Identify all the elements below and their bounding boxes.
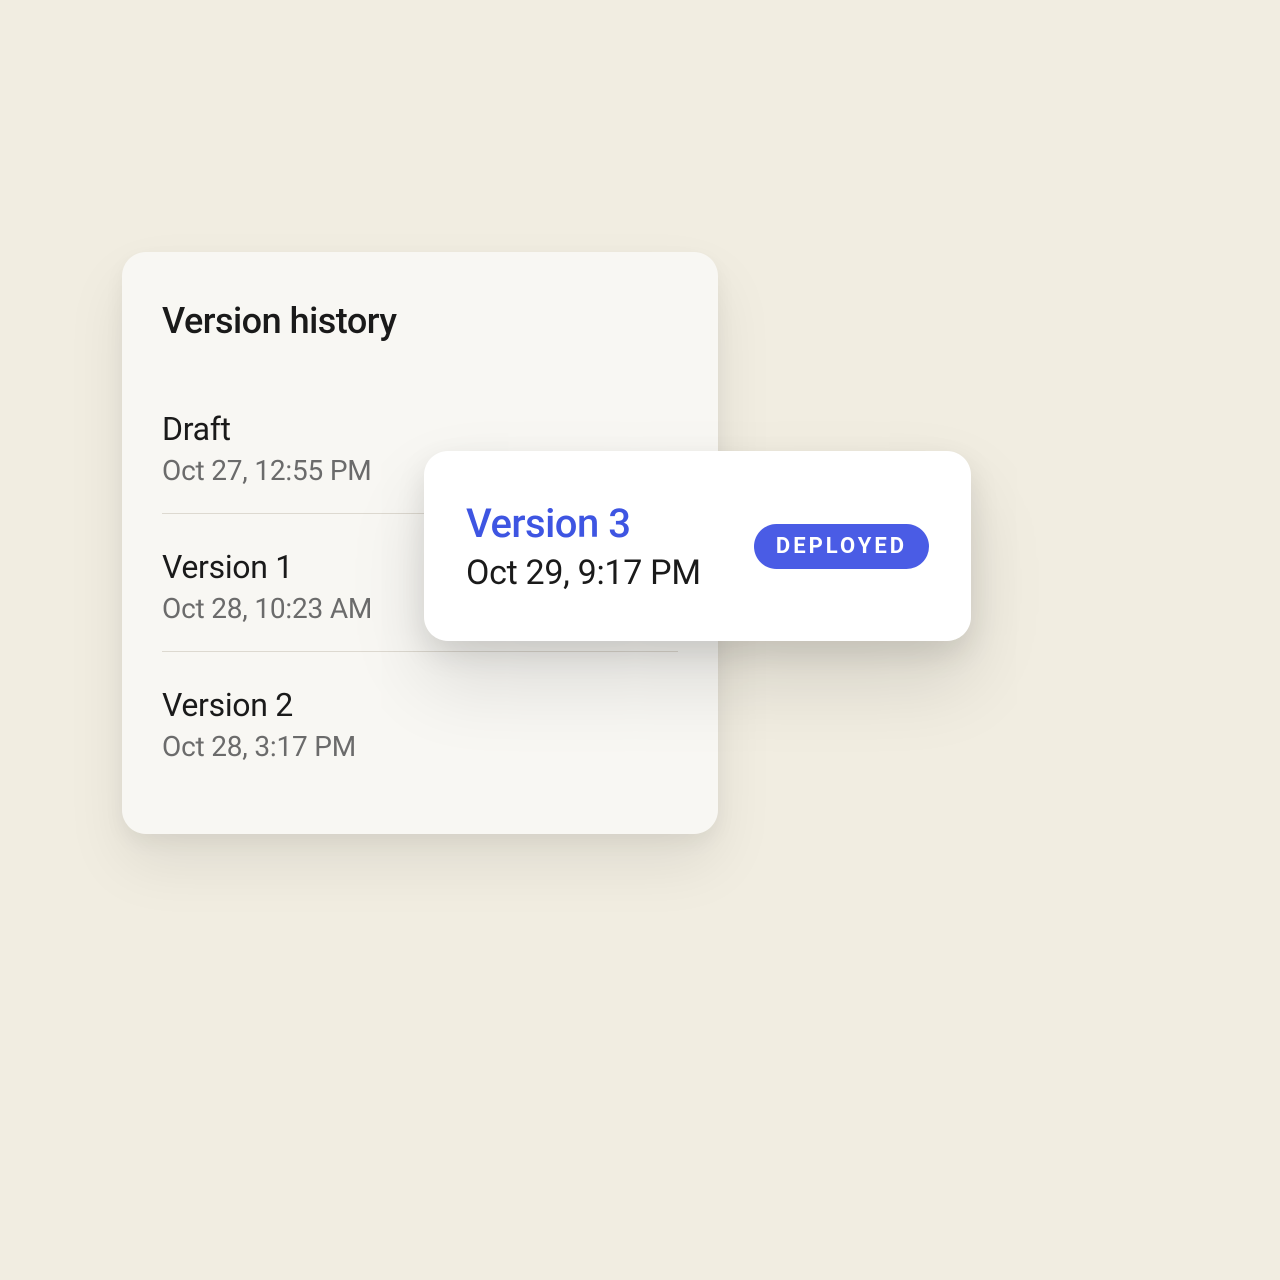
version-date: Oct 28, 3:17 PM — [162, 730, 678, 763]
version-name: Version 3 — [466, 500, 701, 547]
version-date: Oct 29, 9:17 PM — [466, 553, 701, 593]
version-name: Draft — [162, 410, 678, 448]
version-item-3[interactable]: Version 3 Oct 29, 9:17 PM DEPLOYED — [424, 451, 971, 641]
version-item-2[interactable]: Version 2 Oct 28, 3:17 PM — [162, 651, 678, 789]
status-badge-deployed: DEPLOYED — [754, 524, 929, 569]
card-title: Version history — [162, 300, 678, 342]
version-name: Version 2 — [162, 686, 678, 724]
version-item-3-text: Version 3 Oct 29, 9:17 PM — [466, 500, 701, 593]
